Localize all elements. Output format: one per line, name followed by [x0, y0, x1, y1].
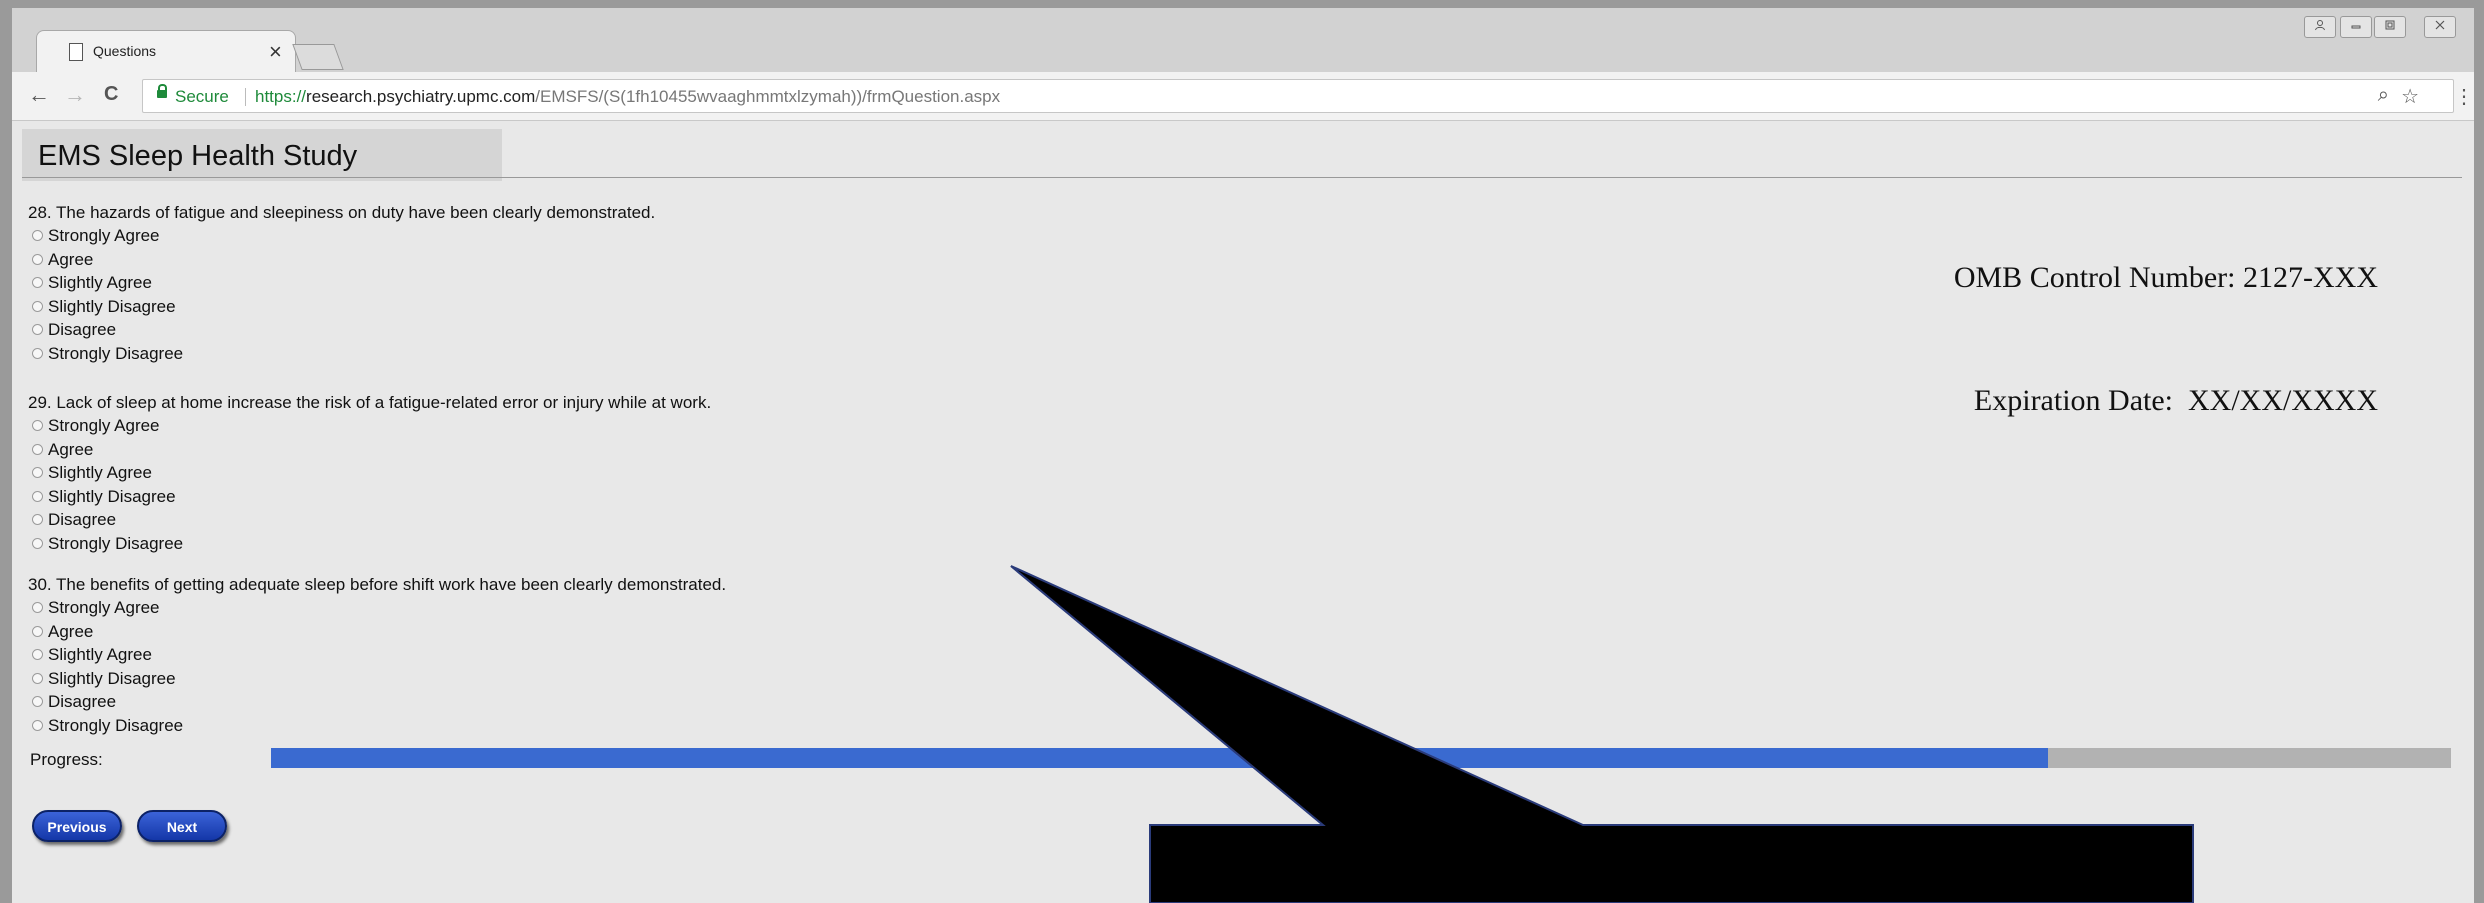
lock-icon	[157, 84, 167, 98]
radio-button[interactable]	[32, 467, 43, 479]
question-28: 28. The hazards of fatigue and sleepines…	[28, 202, 655, 365]
progress-label: Progress:	[30, 750, 103, 769]
option-label: Disagree	[48, 510, 117, 529]
address-bar[interactable]: Secure https://research.psychiatry.upmc.…	[142, 79, 2454, 113]
option-disagree[interactable]: Disagree	[28, 690, 726, 714]
radio-button[interactable]	[32, 443, 43, 455]
bookmark-star-icon[interactable]: ☆	[2401, 84, 2419, 109]
radio-button[interactable]	[32, 253, 43, 265]
option-label: Strongly Disagree	[48, 715, 184, 735]
option-label: Strongly Agree	[48, 598, 160, 617]
option-strongly-disagree[interactable]: Strongly Disagree	[28, 342, 655, 366]
option-label: Agree	[48, 249, 94, 269]
radio-button[interactable]	[32, 420, 43, 432]
option-disagree[interactable]: Disagree	[28, 318, 655, 342]
option-label: Agree	[48, 439, 94, 459]
page-content: EMS Sleep Health Study OMB Control Numbe…	[12, 121, 2474, 903]
url-scheme: https://	[255, 87, 307, 106]
radio-button[interactable]	[32, 300, 43, 312]
radio-button[interactable]	[32, 514, 43, 526]
menu-icon[interactable]: ⋮	[2454, 84, 2474, 109]
expiration-date: Expiration Date: XX/XX/XXXX	[1973, 384, 2378, 417]
omb-info: OMB Control Number: 2127-XXX Expiration …	[1954, 175, 2378, 503]
option-strongly-disagree[interactable]: Strongly Disagree	[28, 714, 726, 738]
next-button[interactable]: Next	[137, 810, 227, 842]
option-label: Slightly Agree	[48, 273, 152, 292]
option-label: Strongly Agree	[48, 416, 160, 435]
option-strongly-disagree[interactable]: Strongly Disagree	[28, 532, 711, 556]
option-label: Slightly Disagree	[48, 486, 176, 506]
new-tab-button[interactable]	[292, 44, 344, 70]
option-slightly-agree[interactable]: Slightly Agree	[28, 461, 711, 485]
browser-toolbar: ← → C Secure https://research.psychiatry…	[12, 72, 2474, 121]
tab-questions[interactable]: Questions ×	[36, 30, 296, 75]
option-label: Strongly Disagree	[48, 343, 184, 363]
option-label: Disagree	[48, 692, 117, 711]
question-text: 28. The hazards of fatigue and sleepines…	[28, 203, 656, 222]
option-agree[interactable]: Agree	[28, 438, 711, 462]
radio-button[interactable]	[32, 696, 43, 708]
document-icon	[69, 43, 83, 61]
radio-button[interactable]	[32, 230, 43, 242]
radio-button[interactable]	[32, 672, 43, 684]
option-strongly-agree[interactable]: Strongly Agree	[28, 414, 711, 438]
option-label: Strongly Agree	[48, 226, 160, 245]
option-label: Strongly Disagree	[48, 533, 184, 553]
radio-button[interactable]	[32, 602, 43, 614]
option-label: Disagree	[48, 320, 117, 339]
forward-icon[interactable]: →	[64, 82, 86, 108]
minimize-icon[interactable]	[2340, 16, 2372, 38]
secure-label: Secure	[175, 87, 229, 106]
option-strongly-agree[interactable]: Strongly Agree	[28, 224, 655, 248]
url-path: /EMSFS/(S(1fh10455wvaaghmmtxlzymah))/frm…	[535, 87, 1001, 106]
back-icon[interactable]: ←	[28, 82, 50, 108]
previous-button[interactable]: Previous	[32, 810, 122, 842]
reload-icon[interactable]: C	[104, 83, 118, 106]
close-tab-icon[interactable]: ×	[269, 39, 282, 65]
option-label: Slightly Disagree	[48, 668, 176, 688]
divider	[245, 88, 246, 106]
site-title: EMS Sleep Health Study	[38, 140, 358, 172]
progress-bar	[271, 748, 2451, 768]
radio-button[interactable]	[32, 490, 43, 502]
question-29: 29. Lack of sleep at home increase the r…	[28, 392, 711, 555]
progress-bar-fill	[271, 748, 2048, 768]
url-host: research.psychiatry.upmc.com	[306, 87, 536, 106]
radio-button[interactable]	[32, 649, 43, 661]
option-label: Slightly Agree	[48, 645, 152, 664]
radio-button[interactable]	[32, 277, 43, 289]
option-label: Agree	[48, 621, 94, 641]
option-agree[interactable]: Agree	[28, 248, 655, 272]
option-slightly-agree[interactable]: Slightly Agree	[28, 643, 726, 667]
option-label: Slightly Disagree	[48, 296, 176, 316]
tab-strip: Questions ×	[12, 8, 2474, 75]
option-agree[interactable]: Agree	[28, 620, 726, 644]
zoom-icon[interactable]: ⌕	[2378, 84, 2389, 107]
question-text: 29. Lack of sleep at home increase the r…	[28, 393, 712, 412]
option-slightly-disagree[interactable]: Slightly Disagree	[28, 485, 711, 509]
site-header: EMS Sleep Health Study	[22, 129, 502, 181]
omb-control-number: OMB Control Number: 2127-XXX	[1953, 261, 2378, 294]
option-slightly-disagree[interactable]: Slightly Disagree	[28, 295, 655, 319]
radio-button[interactable]	[32, 537, 43, 549]
browser-window: Questions × ← → C Secure https://researc…	[12, 8, 2474, 903]
option-slightly-agree[interactable]: Slightly Agree	[28, 271, 655, 295]
radio-button[interactable]	[32, 324, 43, 336]
radio-button[interactable]	[32, 719, 43, 731]
maximize-icon[interactable]	[2374, 16, 2406, 38]
url-text[interactable]: https://research.psychiatry.upmc.com/EMS…	[255, 87, 1000, 107]
option-label: Slightly Agree	[48, 463, 152, 482]
option-strongly-agree[interactable]: Strongly Agree	[28, 596, 726, 620]
option-disagree[interactable]: Disagree	[28, 508, 711, 532]
user-icon[interactable]	[2304, 16, 2336, 38]
radio-button[interactable]	[32, 347, 43, 359]
radio-button[interactable]	[32, 625, 43, 637]
tab-title: Questions	[93, 43, 157, 59]
question-text: 30. The benefits of getting adequate sle…	[28, 575, 727, 594]
option-slightly-disagree[interactable]: Slightly Disagree	[28, 667, 726, 691]
question-30: 30. The benefits of getting adequate sle…	[28, 574, 726, 737]
close-window-icon[interactable]	[2424, 16, 2456, 38]
